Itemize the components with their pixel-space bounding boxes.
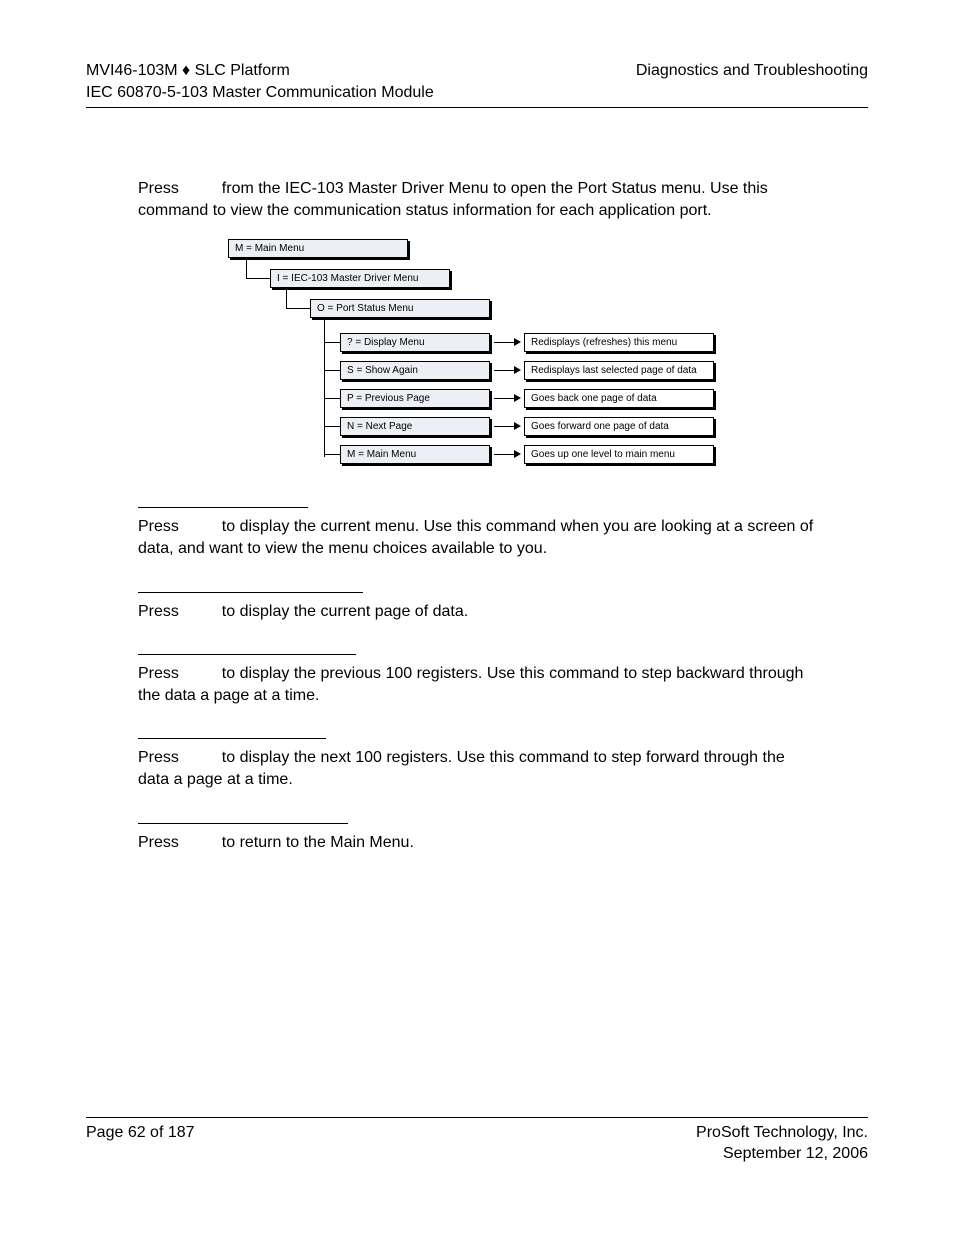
page-number: Page 62 of 187 <box>86 1122 195 1165</box>
section-paragraph: Press to display the previous 100 regist… <box>138 663 816 706</box>
page-header: MVI46-103M ♦ SLC Platform IEC 60870-5-10… <box>86 60 868 103</box>
diagram-main-menu-box: M = Main Menu <box>228 239 408 258</box>
section-divider <box>138 654 356 655</box>
platform-name: SLC Platform <box>190 62 290 79</box>
header-divider <box>86 107 868 108</box>
diagram-item-desc: Goes forward one page of data <box>524 417 714 436</box>
header-left-line2: IEC 60870-5-103 Master Communication Mod… <box>86 82 434 104</box>
company-name: ProSoft Technology, Inc. <box>696 1122 868 1144</box>
section-paragraph: Press to display the next 100 registers.… <box>138 747 816 790</box>
diagram-item-box: M = Main Menu <box>340 445 490 464</box>
diagram-item-desc: Goes up one level to main menu <box>524 445 714 464</box>
section-paragraph: Press to return to the Main Menu. <box>138 832 816 854</box>
document-date: September 12, 2006 <box>696 1143 868 1165</box>
diagram-item-box: S = Show Again <box>340 361 490 380</box>
page-footer: Page 62 of 187 ProSoft Technology, Inc. … <box>86 1117 868 1165</box>
bullet-icon: ♦ <box>182 62 190 79</box>
menu-navigation-diagram: M = Main Menu I = IEC-103 Master Driver … <box>228 239 908 475</box>
section-divider <box>138 592 363 593</box>
section-paragraph: Press to display the current menu. Use t… <box>138 516 816 559</box>
section-paragraph: Press to display the current page of dat… <box>138 601 816 623</box>
diagram-item-box: P = Previous Page <box>340 389 490 408</box>
product-code: MVI46-103M <box>86 62 182 79</box>
diagram-item-desc: Redisplays (refreshes) this menu <box>524 333 714 352</box>
section-divider <box>138 823 348 824</box>
intro-paragraph: Press from the IEC-103 Master Driver Men… <box>138 178 816 221</box>
diagram-item-desc: Goes back one page of data <box>524 389 714 408</box>
header-left-line1: MVI46-103M ♦ SLC Platform <box>86 60 434 82</box>
section-divider <box>138 507 308 508</box>
diagram-item-box: N = Next Page <box>340 417 490 436</box>
diagram-port-status-box: O = Port Status Menu <box>310 299 490 318</box>
section-divider <box>138 738 326 739</box>
header-right-line1: Diagnostics and Troubleshooting <box>636 60 868 82</box>
footer-divider <box>86 1117 868 1118</box>
diagram-driver-menu-box: I = IEC-103 Master Driver Menu <box>270 269 450 288</box>
diagram-item-desc: Redisplays last selected page of data <box>524 361 714 380</box>
diagram-item-box: ? = Display Menu <box>340 333 490 352</box>
